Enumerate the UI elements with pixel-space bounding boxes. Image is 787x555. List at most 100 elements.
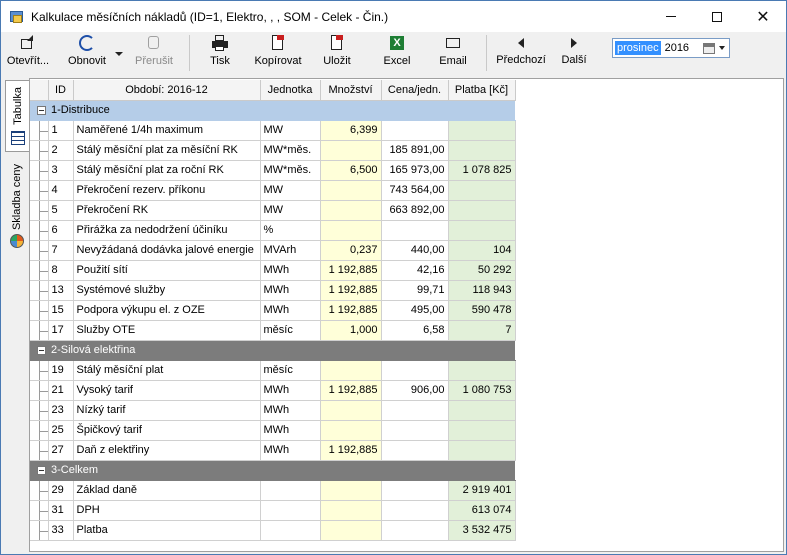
cell-quantity[interactable] — [320, 420, 382, 441]
cell-name[interactable]: Platba — [73, 520, 261, 541]
cell-quantity[interactable]: 1,000 — [320, 320, 382, 341]
cell-unit[interactable]: MWh — [260, 380, 321, 401]
cell-id[interactable]: 6 — [48, 220, 74, 241]
cell-unit-price[interactable] — [381, 500, 449, 521]
table-row[interactable]: 21 Vysoký tarif MWh 1 192,885 906,00 1 080 75… — [30, 380, 516, 401]
table-row[interactable]: 13 Systémové služby MWh 1 192,885 99,71 118 9… — [30, 280, 516, 301]
cell-payment[interactable] — [448, 220, 516, 241]
cell-quantity[interactable]: 1 192,885 — [320, 440, 382, 461]
refresh-dropdown-icon[interactable] — [115, 52, 123, 56]
cell-name[interactable]: Přirážka za nedodržení účiníku — [73, 220, 261, 241]
column-header-unit[interactable]: Jednotka — [260, 80, 321, 101]
cell-unit-price[interactable] — [381, 520, 449, 541]
cell-unit-price[interactable]: 743 564,00 — [381, 180, 449, 201]
cell-unit[interactable]: MW — [260, 200, 321, 221]
cell-id[interactable]: 5 — [48, 200, 74, 221]
cell-name[interactable]: Naměřené 1/4h maximum — [73, 120, 261, 141]
maximize-button[interactable] — [694, 1, 740, 32]
cell-unit[interactable]: MWh — [260, 260, 321, 281]
cell-name[interactable]: Systémové služby — [73, 280, 261, 301]
cell-unit-price[interactable]: 165 973,00 — [381, 160, 449, 181]
print-button[interactable]: Tisk — [195, 32, 245, 74]
tab-table[interactable]: Tabulka — [5, 80, 29, 152]
cell-quantity[interactable] — [320, 200, 382, 221]
title-bar[interactable]: Kalkulace měsíčních nákladů (ID=1, Elekt… — [1, 1, 786, 32]
cell-quantity[interactable] — [320, 480, 382, 501]
cell-payment[interactable]: 3 532 475 — [448, 520, 516, 541]
open-button[interactable]: Otevřít... — [3, 32, 53, 74]
table-row[interactable]: 7 Nevyžádaná dodávka jalové energie MVArh 0… — [30, 240, 516, 261]
cell-unit[interactable]: MW — [260, 120, 321, 141]
excel-button[interactable]: X Excel — [369, 32, 425, 74]
cell-unit-price[interactable] — [381, 360, 449, 381]
copy-button[interactable]: Kopírovat — [249, 32, 307, 74]
cell-payment[interactable]: 104 — [448, 240, 516, 261]
cell-quantity[interactable]: 6,399 — [320, 120, 382, 141]
close-button[interactable]: ✕ — [740, 1, 786, 32]
cell-id[interactable]: 23 — [48, 400, 74, 421]
cell-id[interactable]: 13 — [48, 280, 74, 301]
period-year[interactable]: 2016 — [665, 42, 689, 54]
cell-name[interactable]: Základ daně — [73, 480, 261, 501]
cell-unit[interactable]: MVArh — [260, 240, 321, 261]
cell-name[interactable]: Nízký tarif — [73, 400, 261, 421]
period-picker[interactable]: prosinec 2016 — [612, 38, 730, 58]
cell-unit[interactable]: MW — [260, 180, 321, 201]
next-button[interactable]: Další — [550, 32, 598, 74]
cell-name[interactable]: Překročení RK — [73, 200, 261, 221]
cell-unit-price[interactable] — [381, 440, 449, 461]
cell-id[interactable]: 33 — [48, 520, 74, 541]
table-row[interactable]: 27 Daň z elektřiny MWh 1 192,885 — [30, 440, 516, 461]
collapse-icon[interactable] — [37, 105, 46, 115]
minimize-button[interactable] — [648, 1, 694, 32]
column-header-quantity[interactable]: Množství — [320, 80, 382, 101]
table-row[interactable]: 25 Špičkový tarif MWh — [30, 420, 516, 441]
cell-quantity[interactable]: 1 192,885 — [320, 260, 382, 281]
cell-unit-price[interactable]: 906,00 — [381, 380, 449, 401]
cell-payment[interactable]: 118 943 — [448, 280, 516, 301]
cell-name[interactable]: Stálý měsíční plat — [73, 360, 261, 381]
cell-quantity[interactable] — [320, 500, 382, 521]
refresh-button[interactable]: Obnovit — [61, 32, 113, 74]
email-button[interactable]: Email — [425, 32, 481, 74]
cell-payment[interactable]: 1 078 825 — [448, 160, 516, 181]
cell-quantity[interactable] — [320, 180, 382, 201]
cell-name[interactable]: Stálý měsíční plat za roční RK — [73, 160, 261, 181]
table-row[interactable]: 6 Přirážka za nedodržení účiníku% — [30, 220, 516, 241]
table-row[interactable]: 5 Překročení RK MW 663 892,00 — [30, 200, 516, 221]
cell-name[interactable]: Stálý měsíční plat za měsíční RK — [73, 140, 261, 161]
recalc-button[interactable]: Přerušit — [129, 32, 179, 74]
cell-name[interactable]: Špičkový tarif — [73, 420, 261, 441]
cell-quantity[interactable]: 6,500 — [320, 160, 382, 181]
table-row[interactable]: 2 Stálý měsíční plat za měsíční RK MW*měs.… — [30, 140, 516, 161]
cell-quantity[interactable] — [320, 400, 382, 421]
cell-name[interactable]: Nevyžádaná dodávka jalové energie — [73, 240, 261, 261]
cell-unit-price[interactable]: 185 891,00 — [381, 140, 449, 161]
cell-quantity[interactable] — [320, 520, 382, 541]
cell-id[interactable]: 29 — [48, 480, 74, 501]
cell-unit[interactable]: MWh — [260, 280, 321, 301]
cell-quantity[interactable]: 1 192,885 — [320, 300, 382, 321]
cell-payment[interactable] — [448, 440, 516, 461]
cell-unit[interactable]: MWh — [260, 420, 321, 441]
column-header-unit-price[interactable]: Cena/jedn. — [381, 80, 449, 101]
cell-unit-price[interactable] — [381, 220, 449, 241]
cell-name[interactable]: DPH — [73, 500, 261, 521]
cell-unit[interactable]: měsíc — [260, 360, 321, 381]
cell-payment[interactable]: 613 074 — [448, 500, 516, 521]
table-row[interactable]: 33 Platba 3 532 475 — [30, 520, 516, 541]
cell-unit-price[interactable]: 663 892,00 — [381, 200, 449, 221]
table-row[interactable]: 31 DPH 613 074 — [30, 500, 516, 521]
cell-unit-price[interactable]: 99,71 — [381, 280, 449, 301]
cell-payment[interactable] — [448, 400, 516, 421]
column-header-id[interactable]: ID — [48, 80, 74, 101]
cell-payment[interactable] — [448, 140, 516, 161]
cell-id[interactable]: 1 — [48, 120, 74, 141]
cell-unit-price[interactable] — [381, 120, 449, 141]
cell-id[interactable]: 15 — [48, 300, 74, 321]
table-row[interactable]: 1 Naměřené 1/4h maximum MW 6,399 — [30, 120, 516, 141]
cell-unit-price[interactable]: 42,16 — [381, 260, 449, 281]
group-row[interactable]: 1-Distribuce — [30, 100, 515, 121]
group-row[interactable]: 3-Celkem — [30, 460, 515, 481]
chevron-down-icon[interactable] — [719, 46, 725, 50]
